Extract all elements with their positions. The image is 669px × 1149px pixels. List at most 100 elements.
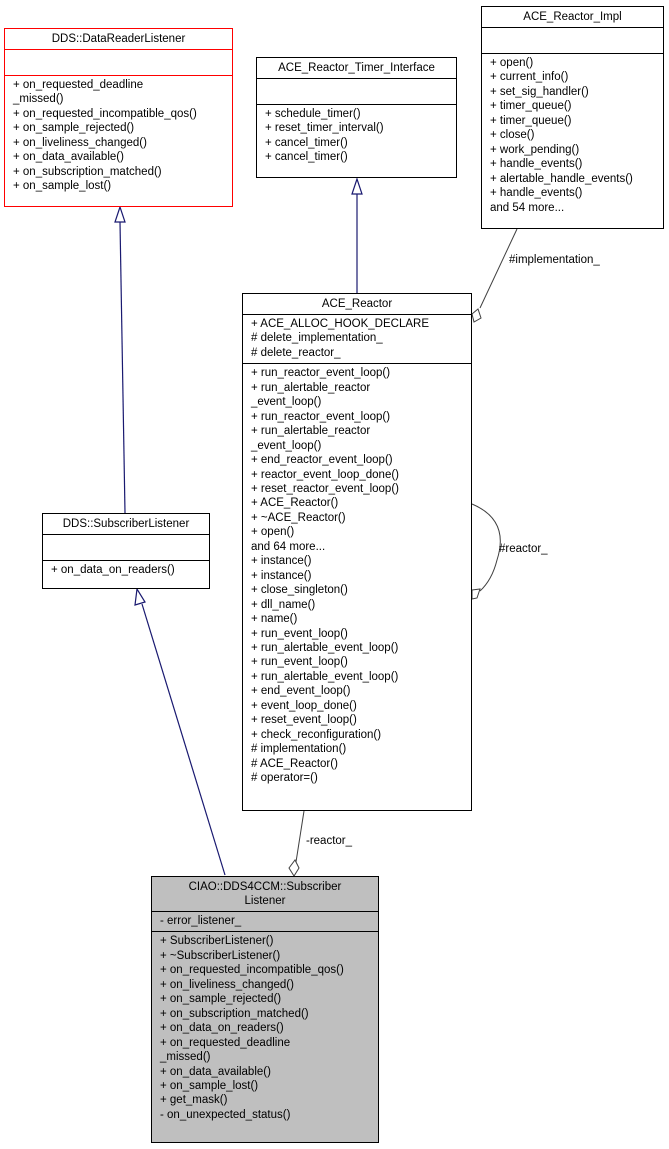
class-name: DDS::SubscriberListener: [43, 514, 209, 535]
attributes-section: [482, 28, 663, 54]
aggregation-diamond: [471, 588, 481, 600]
inheritance-arrowhead: [134, 587, 146, 606]
member-row: + current_info(): [490, 71, 569, 84]
member-row: + handle_events(): [490, 187, 583, 200]
class-name: ACE_Reactor: [243, 294, 471, 315]
member-row: and 54 more...: [490, 201, 565, 214]
member-row: + on_requested_deadline: [13, 79, 144, 91]
member-row: + work_pending(): [490, 143, 580, 156]
member-row: + event_loop_done(): [251, 699, 357, 712]
class-datareaderlistener[interactable]: DDS::DataReaderListener + on_requested_d…: [4, 28, 233, 207]
member-row: + reset_timer_interval(): [265, 122, 384, 135]
class-name: CIAO::DDS4CCM::Subscriber Listener: [152, 877, 378, 912]
methods-section: + on_data_on_readers(): [43, 561, 209, 580]
member-row: + run_alertable_reactor: [251, 425, 371, 438]
member-row: + run_alertable_event_loop(): [251, 641, 399, 654]
member-row: + SubscriberListener(): [160, 935, 274, 948]
member-row: + on_data_available(): [160, 1065, 271, 1078]
member-row: + run_alertable_event_loop(): [251, 670, 399, 683]
member-row: + instance(): [251, 569, 312, 582]
member-row: + ACE_Reactor(): [251, 497, 339, 510]
member-row: _missed(): [13, 93, 64, 106]
member-row: # ACE_Reactor(): [251, 757, 338, 770]
member-row: + ~SubscriberListener(): [160, 949, 281, 962]
class-ciao-subscriberlistener[interactable]: CIAO::DDS4CCM::Subscriber Listener - err…: [151, 876, 379, 1143]
member-row: + on_sample_rejected(): [160, 993, 282, 1006]
member-row: _event_loop(): [251, 439, 322, 452]
member-row: # delete_reactor_: [251, 346, 341, 359]
attributes-section: [257, 79, 456, 105]
member-row: + schedule_timer(): [265, 108, 361, 120]
member-row: + on_liveliness_changed(): [160, 978, 294, 991]
class-reactor-impl[interactable]: ACE_Reactor_Impl + open() + current_info(…: [481, 6, 664, 229]
member-row: + dll_name(): [251, 598, 316, 611]
member-row: + on_sample_rejected(): [13, 122, 135, 135]
member-row: + timer_queue(): [490, 114, 572, 127]
association-edge-reactor-member: [295, 810, 305, 863]
member-row: + run_alertable_reactor: [251, 381, 371, 394]
member-row: # operator=(): [251, 772, 318, 785]
edge-label-reactor-self: #reactor_: [499, 543, 548, 555]
methods-section: + schedule_timer() + reset_timer_interval…: [257, 105, 456, 168]
member-row: + on_data_available(): [13, 151, 124, 164]
inheritance-arrowhead: [114, 205, 126, 223]
attributes-section: + ACE_ALLOC_HOOK_DECLARE # delete_impleme…: [243, 315, 471, 365]
association-edge-reactor-self: [471, 503, 501, 592]
member-row: + reset_event_loop(): [251, 714, 357, 727]
member-row: # implementation(): [251, 743, 347, 756]
member-row: + on_requested_incompatible_qos(): [13, 107, 197, 120]
class-name-line2: Listener: [244, 895, 286, 907]
member-row: + on_sample_lost(): [13, 180, 112, 193]
association-edge-implementation: [479, 228, 518, 309]
attributes-section: [43, 535, 209, 561]
methods-section: + SubscriberListener() + ~SubscriberListe…: [152, 932, 378, 1125]
attributes-section: - error_listener_: [152, 912, 378, 933]
class-name: DDS::DataReaderListener: [5, 29, 232, 50]
member-row: + get_mask(): [160, 1094, 228, 1107]
member-row: + run_event_loop(): [251, 627, 348, 640]
member-row: and 64 more...: [251, 540, 326, 553]
inheritance-arrowhead: [351, 177, 363, 195]
member-row: + end_reactor_event_loop(): [251, 454, 393, 467]
member-row: + on_subscription_matched(): [13, 165, 162, 178]
member-row: + alertable_handle_events(): [490, 172, 633, 185]
member-row: # delete_implementation_: [251, 332, 383, 345]
member-row: + cancel_timer(): [265, 151, 348, 164]
member-row: + close_singleton(): [251, 584, 348, 597]
member-row: + run_event_loop(): [251, 656, 348, 669]
methods-section: + on_requested_deadline _missed() + on_req…: [5, 76, 232, 197]
member-row: + on_sample_lost(): [160, 1079, 259, 1092]
member-row: + on_data_on_readers(): [160, 1022, 284, 1035]
aggregation-diamond: [288, 859, 300, 877]
methods-section: + open() + current_info() + set_sig_handle…: [482, 54, 663, 218]
member-row: + reactor_event_loop_done(): [251, 468, 400, 481]
member-row: + run_reactor_event_loop(): [251, 410, 391, 423]
member-row: + close(): [490, 129, 535, 142]
aggregation-diamond: [471, 308, 482, 323]
member-row: + handle_events(): [490, 158, 583, 171]
member-row: + cancel_timer(): [265, 136, 348, 149]
member-row: + end_event_loop(): [251, 685, 351, 698]
member-row: + on_requested_deadline: [160, 1036, 291, 1049]
member-row: - error_listener_: [160, 915, 242, 927]
member-row: _event_loop(): [251, 396, 322, 409]
member-row: + ~ACE_Reactor(): [251, 511, 346, 524]
class-name: ACE_Reactor_Timer_Interface: [257, 58, 456, 79]
member-row: + on_liveliness_changed(): [13, 136, 147, 149]
member-row: - on_unexpected_status(): [160, 1108, 291, 1121]
inheritance-edge-subscriber-to-datareader: [119, 221, 126, 514]
member-row: + check_reconfiguration(): [251, 728, 382, 741]
class-ace-reactor[interactable]: ACE_Reactor + ACE_ALLOC_HOOK_DECLARE # de…: [242, 293, 472, 811]
class-name: ACE_Reactor_Impl: [482, 7, 663, 28]
inheritance-edge-ciao-to-subscriber: [141, 603, 226, 876]
member-row: _missed(): [160, 1051, 211, 1064]
member-row: + ACE_ALLOC_HOOK_DECLARE: [251, 318, 430, 330]
member-row: + instance(): [251, 555, 312, 568]
member-row: + name(): [251, 613, 298, 626]
member-row: + set_sig_handler(): [490, 85, 589, 98]
member-row: + on_subscription_matched(): [160, 1007, 309, 1020]
methods-section: + run_reactor_event_loop() + run_alertabl…: [243, 364, 471, 788]
member-row: + on_requested_incompatible_qos(): [160, 964, 344, 977]
class-reactor-timer-interface[interactable]: ACE_Reactor_Timer_Interface + schedule_t…: [256, 57, 457, 178]
class-subscriberlistener[interactable]: DDS::SubscriberListener + on_data_on_rea…: [42, 513, 210, 589]
